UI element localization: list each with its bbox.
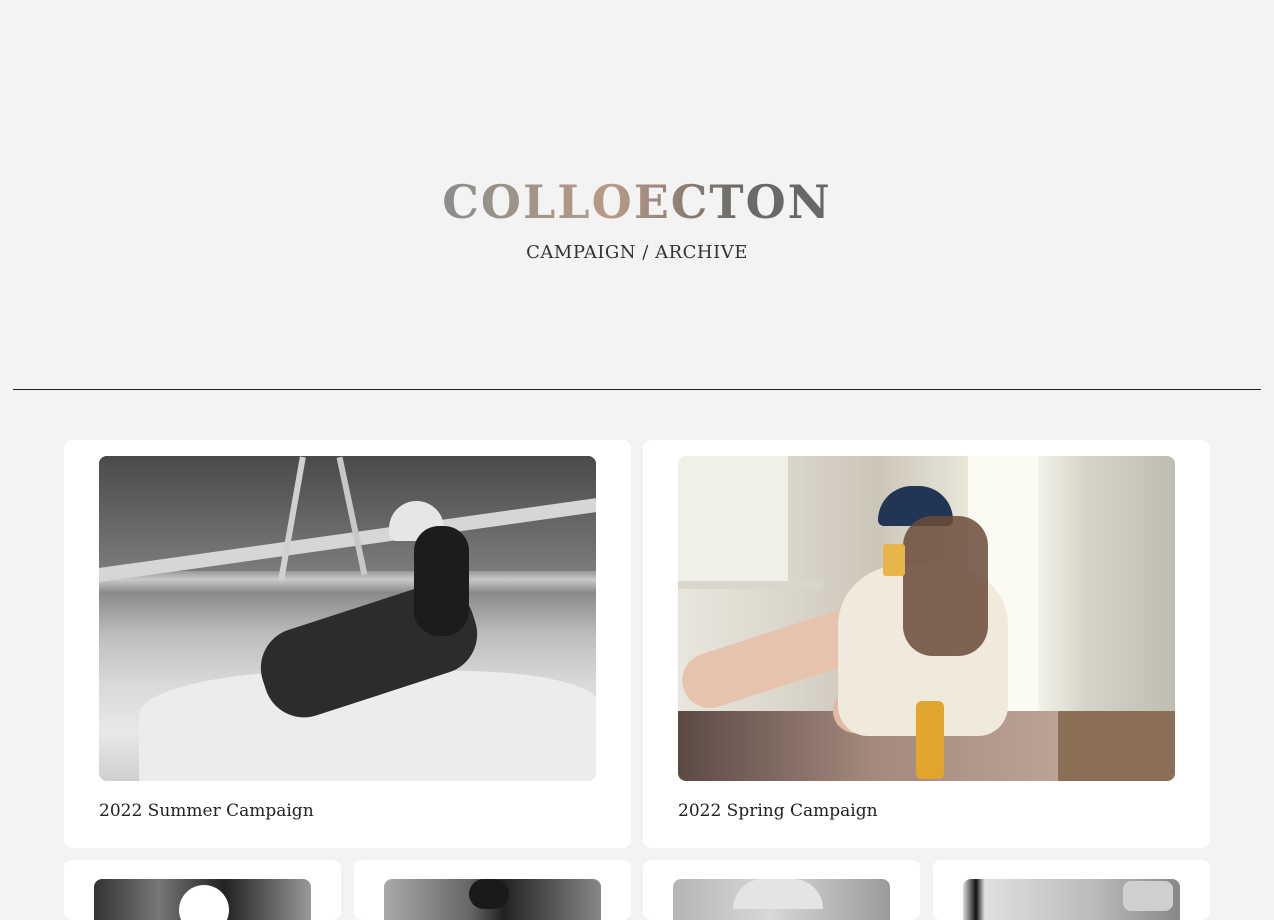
campaign-card-summer-2022[interactable]: 2022 Summer Campaign <box>64 440 631 848</box>
hero-header: COLLOECTON CAMPAIGN / ARCHIVE <box>0 0 1274 390</box>
campaign-title[interactable]: 2022 Spring Campaign <box>678 801 878 821</box>
campaign-card-spring-2022[interactable]: 2022 Spring Campaign <box>643 440 1210 848</box>
campaign-photo[interactable] <box>384 879 601 920</box>
campaign-photo[interactable] <box>963 879 1180 920</box>
campaign-card[interactable] <box>933 860 1210 920</box>
campaign-photo[interactable] <box>678 456 1175 781</box>
brand-logo[interactable]: COLLOECTON <box>0 174 1274 230</box>
campaign-card[interactable] <box>643 860 920 920</box>
campaign-photo[interactable] <box>673 879 890 920</box>
divider <box>13 389 1261 390</box>
campaign-card[interactable] <box>64 860 341 920</box>
campaign-photo[interactable] <box>94 879 311 920</box>
campaign-photo[interactable] <box>99 456 596 781</box>
campaign-title[interactable]: 2022 Summer Campaign <box>99 801 314 821</box>
campaign-card[interactable] <box>354 860 631 920</box>
page-subtitle: CAMPAIGN / ARCHIVE <box>526 242 748 263</box>
